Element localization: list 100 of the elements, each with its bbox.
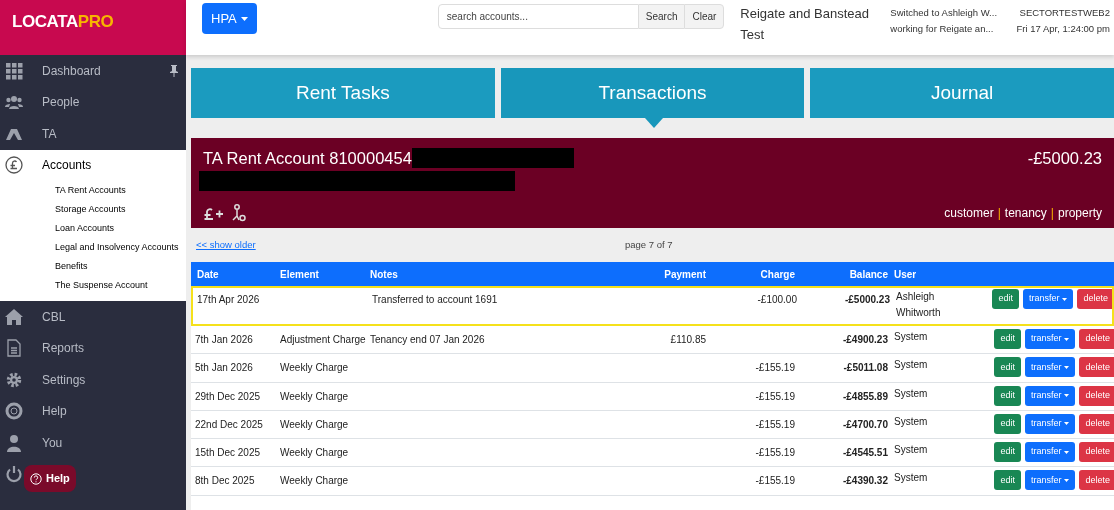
caret-icon <box>1064 479 1070 482</box>
delete-button[interactable]: delete <box>1079 385 1114 406</box>
submenu-item[interactable]: TA Rent Accounts <box>0 181 186 200</box>
table-cell-text: 22nd Dec 2025 <box>194 417 264 432</box>
transfer-button[interactable]: transfer <box>1024 442 1076 463</box>
caret-icon <box>1064 337 1070 341</box>
transaction-row[interactable]: 29th Dec 2025 Weekly Charge -£155.19 -£4855.89 System edit transfer delete <box>191 382 1114 411</box>
person-search-icon[interactable] <box>231 204 247 222</box>
power-icon[interactable] <box>5 465 23 484</box>
table-cell-text: System <box>893 414 929 429</box>
edit-button[interactable]: edit <box>994 442 1021 463</box>
account-balance: -£5000.23 <box>1027 148 1102 169</box>
search-field[interactable]: search accounts... <box>437 4 639 29</box>
caret-icon <box>1064 422 1070 426</box>
document-icon <box>5 339 23 358</box>
submenu-item[interactable]: Legal and Insolvency Accounts <box>0 238 186 257</box>
transfer-button[interactable]: transfer <box>1024 385 1076 406</box>
delete-button[interactable]: delete <box>1079 442 1114 463</box>
add-payment-icon[interactable] <box>203 206 225 222</box>
submenu-item[interactable]: Benefits <box>0 257 186 276</box>
pound-icon <box>5 156 23 175</box>
table-cell-text: Weekly Charge <box>280 361 350 376</box>
sidebar-item[interactable]: Help <box>0 395 186 427</box>
table-cell-text: 7th Jan 2026 <box>194 333 254 347</box>
column-header: Date <box>196 267 220 282</box>
transfer-button[interactable]: transfer <box>1024 357 1076 378</box>
account-link[interactable]: tenancy <box>1004 204 1047 222</box>
table-cell-text: -£155.19 <box>754 474 795 489</box>
pin-icon[interactable] <box>170 64 178 77</box>
delete-button[interactable]: delete <box>1079 329 1114 349</box>
edit-button[interactable]: edit <box>994 357 1021 378</box>
edit-button[interactable]: edit <box>994 413 1021 434</box>
table-cell-text: 15th Dec 2025 <box>194 446 262 461</box>
sidebar-item[interactable]: Settings <box>0 364 186 396</box>
account-link[interactable]: customer <box>944 204 994 222</box>
sidebar-item[interactable]: Reports <box>0 332 186 364</box>
edit-button[interactable]: edit <box>992 289 1019 309</box>
caret-icon <box>1062 297 1068 301</box>
table-cell-text: -£4855.89 <box>841 389 888 404</box>
account-title: TA Rent Account 810000454 <box>203 148 412 169</box>
delete-button[interactable]: delete <box>1079 357 1114 378</box>
table-cell-text: -£5011.08 <box>842 361 888 376</box>
tab-pointer <box>644 118 663 128</box>
table-cell-text: -£155.19 <box>754 361 795 376</box>
status-text: working for Reigate an... <box>890 22 995 36</box>
delete-button[interactable]: delete <box>1079 413 1114 434</box>
transaction-row[interactable]: 7th Jan 2026 Adjustment Charge Tenancy end 07 Jan 2026 £110.85 -£4900.23 System edit transfer delete <box>191 326 1114 355</box>
column-header: Balance <box>848 267 888 282</box>
table-cell-text: System <box>893 471 929 486</box>
show-older-link[interactable]: << show older <box>196 237 256 253</box>
table-cell-text: System <box>893 443 929 458</box>
transfer-button[interactable]: transfer <box>1024 470 1076 491</box>
transaction-row[interactable]: 15th Dec 2025 Weekly Charge -£155.19 -£4545.51 System edit transfer delete <box>191 439 1114 468</box>
sidebar-item[interactable]: Accounts <box>0 149 186 181</box>
table-cell-text: Ashleigh Whitworth <box>895 290 942 320</box>
sidebar-item[interactable]: CBL <box>0 301 186 333</box>
table-cell-text: -£155.19 <box>754 417 795 432</box>
column-header: User <box>893 267 917 282</box>
org-dropdown-button[interactable]: HPA <box>202 3 257 34</box>
sidebar-item[interactable]: People <box>0 86 186 118</box>
submenu-item[interactable]: Loan Accounts <box>0 219 186 238</box>
help-icon <box>30 472 42 485</box>
caret-icon <box>1064 394 1070 398</box>
edit-button[interactable]: edit <box>994 385 1021 406</box>
table-cell-text: 17th Apr 2026 <box>196 293 261 307</box>
edit-button[interactable]: edit <box>994 329 1021 349</box>
transfer-button[interactable]: transfer <box>1024 329 1076 349</box>
user-icon <box>5 433 23 452</box>
table-cell-text: 8th Dec 2025 <box>194 474 256 489</box>
table-cell-text: -£155.19 <box>754 389 795 404</box>
page-indicator: page 7 of 7 <box>625 237 673 252</box>
table-cell-text: 29th Dec 2025 <box>194 389 262 404</box>
sidebar-item[interactable]: TA <box>0 118 186 150</box>
help-button[interactable]: Help <box>24 465 76 492</box>
table-cell-text: System <box>893 358 929 373</box>
submenu-item[interactable]: Storage Accounts <box>0 200 186 219</box>
caret-icon <box>1064 450 1070 454</box>
logo: LOCATAPRO <box>12 12 114 31</box>
transfer-button[interactable]: transfer <box>1024 413 1076 434</box>
delete-button[interactable]: delete <box>1077 289 1112 309</box>
account-link[interactable]: property <box>1057 204 1102 222</box>
transaction-row[interactable]: 17th Apr 2026 Transferred to account 1691 -£100.00 -£5000.23 Ashleigh Whitworth edit transfer delete <box>191 286 1114 326</box>
sidebar-item[interactable]: Dashboard <box>0 55 186 87</box>
table-cell-text: -£4700.70 <box>841 417 888 432</box>
edit-button[interactable]: edit <box>994 470 1021 491</box>
people-icon <box>5 93 23 112</box>
organisation-name: Reigate and Banstead Test <box>740 5 870 44</box>
clear-button[interactable]: Clear <box>684 4 725 29</box>
transfer-button[interactable]: transfer <box>1022 289 1074 309</box>
sidebar-item[interactable]: You <box>0 427 186 459</box>
delete-button[interactable]: delete <box>1079 470 1114 491</box>
transaction-row[interactable]: 8th Dec 2025 Weekly Charge -£155.19 -£4390.32 System edit transfer delete <box>191 467 1114 496</box>
table-cell-text: -£4900.23 <box>841 333 888 347</box>
submenu-item[interactable]: The Suspense Account <box>0 276 186 295</box>
table-cell-text: -£100.00 <box>756 293 797 307</box>
transaction-row[interactable]: 22nd Dec 2025 Weekly Charge -£155.19 -£4700.70 System edit transfer delete <box>191 410 1114 440</box>
search-button[interactable]: Search <box>638 4 685 29</box>
table-cell-text: Adjustment Charge <box>280 333 367 347</box>
column-header: Element <box>280 267 320 282</box>
transaction-row[interactable]: 5th Jan 2026 Weekly Charge -£155.19 -£5011.08 System edit transfer delete <box>191 354 1114 383</box>
